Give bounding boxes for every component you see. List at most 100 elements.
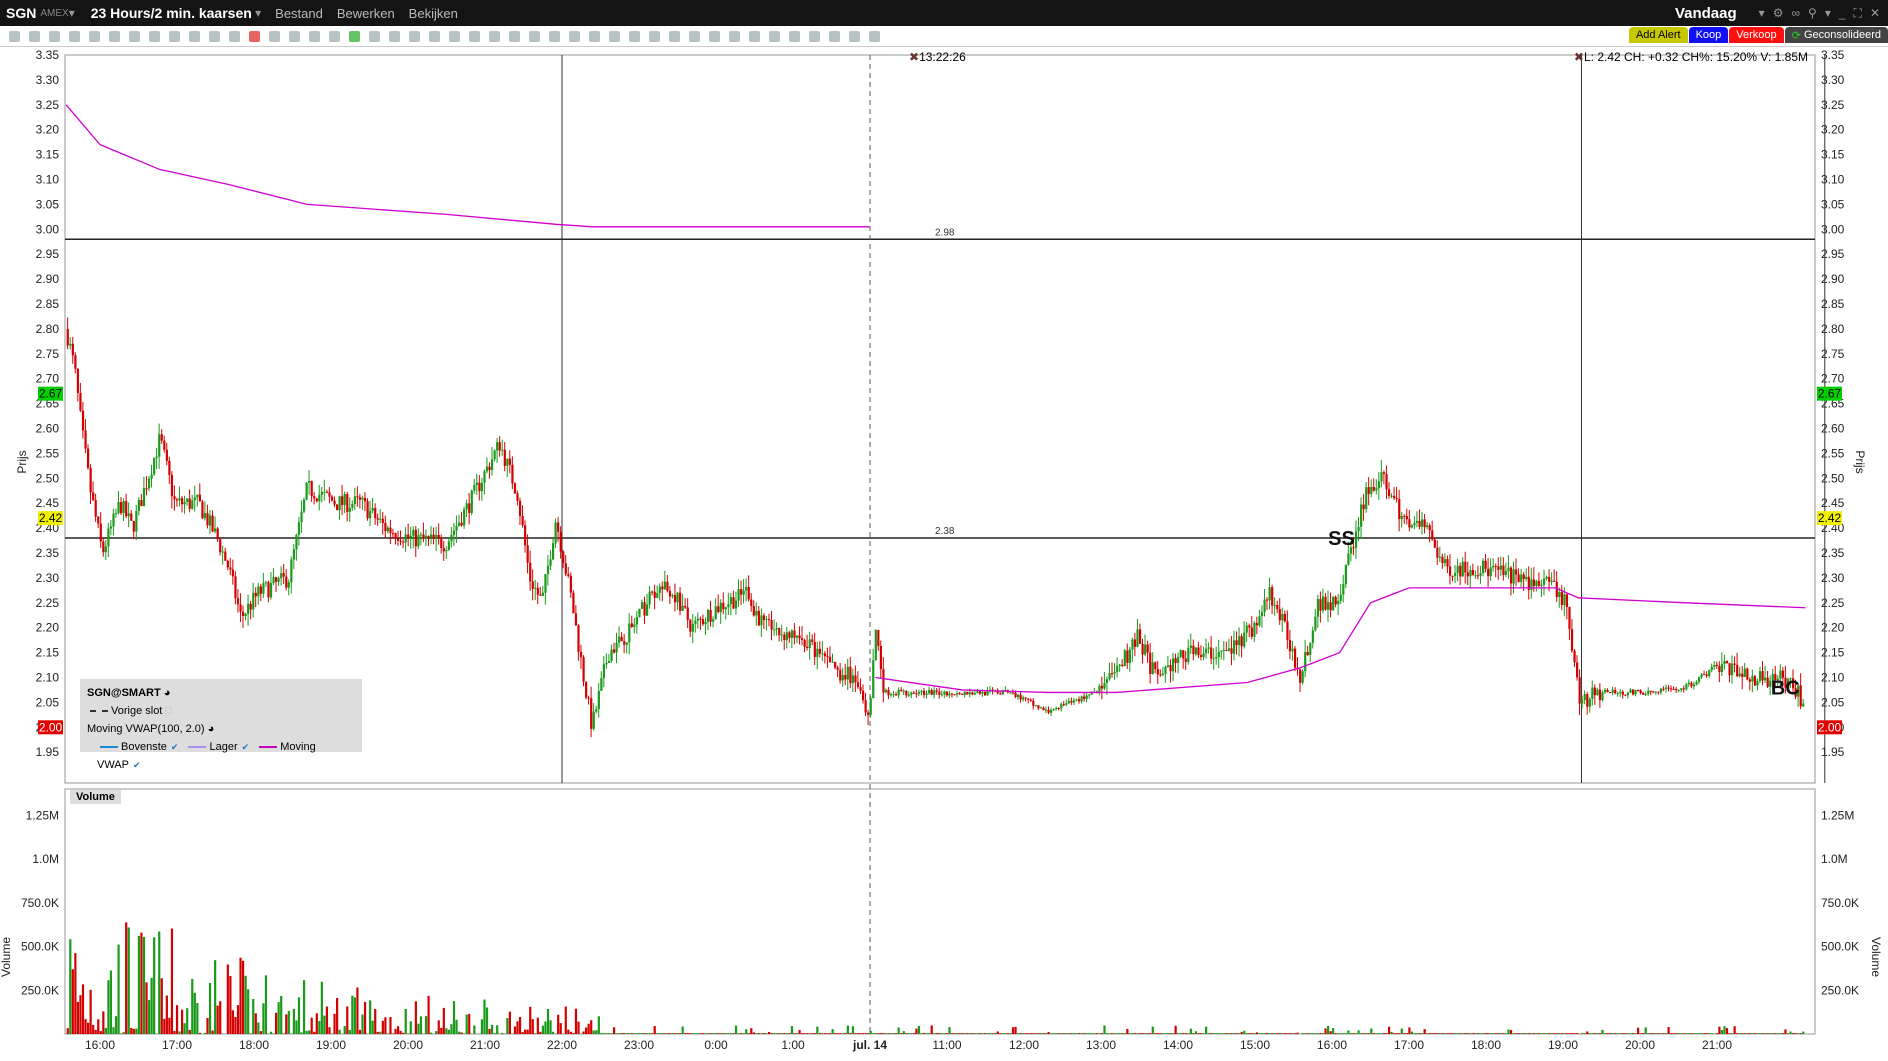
volume-bar [872,1033,875,1034]
checkbox[interactable]: □ [165,705,172,717]
toolbar-tool-icon[interactable] [629,30,640,42]
candle-body [1639,690,1642,693]
toolbar-tool-icon[interactable] [869,30,880,42]
toolbar-tool-icon[interactable] [249,30,260,42]
menu-bewerken[interactable]: Bewerken [337,6,395,21]
toolbar-tool-icon[interactable] [569,30,580,42]
volume-bar [1044,1033,1048,1034]
close-icon[interactable]: ✕ [1870,6,1880,20]
checkbox[interactable]: ✔ [133,760,141,770]
volume-bar [1105,1033,1109,1034]
toolbar-tool-icon[interactable] [49,30,60,42]
checkbox[interactable]: ✔ [242,742,250,752]
link-icon[interactable]: ∞ [1791,6,1800,20]
volume-bar [1474,1033,1477,1034]
toolbar-tool-icon[interactable] [149,30,160,42]
price-axis-title: Prijs [15,450,29,473]
menu-bekijken[interactable]: Bekijken [409,6,458,21]
period-selector[interactable]: 23 Hours/2 min. kaarsen [91,5,252,21]
volume-bar [394,1028,397,1034]
candle-body [1238,636,1241,646]
globe-icon[interactable]: ◕ [208,723,215,735]
toolbar-tool-icon[interactable] [409,30,420,42]
candle-body [1156,669,1159,675]
menu-bestand[interactable]: Bestand [275,6,323,21]
volume-bar [823,1033,827,1034]
candle-body [892,694,895,696]
toolbar-tool-icon[interactable] [769,30,780,42]
toolbar-tool-icon[interactable] [469,30,480,42]
volume-bar [516,1021,519,1034]
checkbox[interactable]: ✔ [171,742,179,752]
minimize-icon[interactable]: _ [1839,6,1846,20]
toolbar-tool-icon[interactable] [209,30,220,42]
toolbar-tool-icon[interactable] [269,30,280,42]
toolbar-tool-icon[interactable] [789,30,800,42]
toolbar-tool-icon[interactable] [689,30,700,42]
volume-bar [793,1033,796,1034]
volume-bar [297,997,301,1034]
sell-button[interactable]: Verkoop [1729,27,1784,43]
toolbar-tool-icon[interactable] [29,30,40,42]
candle-body [1629,689,1632,693]
toolbar-tool-icon[interactable] [329,30,340,42]
candle-body [1647,690,1650,694]
chevron-down-icon[interactable]: ▾ [1759,6,1765,20]
close-icon[interactable]: ✖ [1574,50,1584,64]
consolidated-button[interactable]: ⟳ Geconsolideerd [1784,27,1888,43]
toolbar-tool-icon[interactable] [449,30,460,42]
globe-icon[interactable]: ◕ [164,687,171,699]
candle-body [752,606,755,616]
toolbar-tool-icon[interactable] [489,30,500,42]
candle-body [1609,692,1612,694]
symbol[interactable]: SGN [6,5,36,21]
add-alert-button[interactable]: Add Alert [1628,27,1688,43]
volume-bar [623,1033,626,1034]
toolbar-tool-icon[interactable] [729,30,740,42]
toolbar-tool-icon[interactable] [809,30,820,42]
chevron-down-icon[interactable]: ▾ [1825,6,1831,20]
toolbar-tool-icon[interactable] [349,30,360,42]
toolbar-tool-icon[interactable] [829,30,840,42]
price-chart[interactable]: 3.35 3.353.30 3.303.25 3.253.20 3.203.15 3.15… [0,47,1888,1061]
toolbar-tool-icon[interactable] [109,30,120,42]
toolbar-tool-icon[interactable] [229,30,240,42]
toolbar-tool-icon[interactable] [669,30,680,42]
toolbar-tool-icon[interactable] [529,30,540,42]
toolbar-tool-icon[interactable] [549,30,560,42]
toolbar-tool-icon[interactable] [429,30,440,42]
maximize-icon[interactable]: ⛶ [1854,6,1862,21]
toolbar-tool-icon[interactable] [509,30,520,42]
range-selector[interactable]: Vandaag [1675,5,1737,22]
toolbar-tool-icon[interactable] [289,30,300,42]
volume-bar [427,995,430,1034]
chevron-down-icon[interactable]: ▾ [252,6,261,20]
candle-body [1426,525,1429,528]
toolbar-tool-icon[interactable] [89,30,100,42]
volume-bar [104,1027,107,1034]
close-icon[interactable]: ✖ [909,50,919,64]
toolbar-tool-icon[interactable] [9,30,20,42]
buy-button[interactable]: Koop [1688,27,1729,43]
toolbar-tool-icon[interactable] [129,30,140,42]
volume-bar [211,1030,214,1034]
toolbar-tool-icon[interactable] [849,30,860,42]
candle-body [376,518,379,520]
candle-body [404,534,407,543]
volume-bar [897,1027,900,1034]
toolbar-tool-icon[interactable] [709,30,720,42]
toolbar-tool-icon[interactable] [309,30,320,42]
chevron-down-icon[interactable]: ▾ [69,6,75,20]
toolbar-tool-icon[interactable] [69,30,80,42]
toolbar-tool-icon[interactable] [169,30,180,42]
toolbar-tool-icon[interactable] [649,30,660,42]
toolbar-tool-icon[interactable] [389,30,400,42]
toolbar-tool-icon[interactable] [609,30,620,42]
gear-icon[interactable]: ⚙ [1773,6,1784,20]
exchange[interactable]: AMEX [40,8,68,19]
toolbar-tool-icon[interactable] [749,30,760,42]
toolbar-tool-icon[interactable] [369,30,380,42]
toolbar-tool-icon[interactable] [589,30,600,42]
toolbar-tool-icon[interactable] [189,30,200,42]
pin-icon[interactable]: ⚲ [1808,6,1817,20]
